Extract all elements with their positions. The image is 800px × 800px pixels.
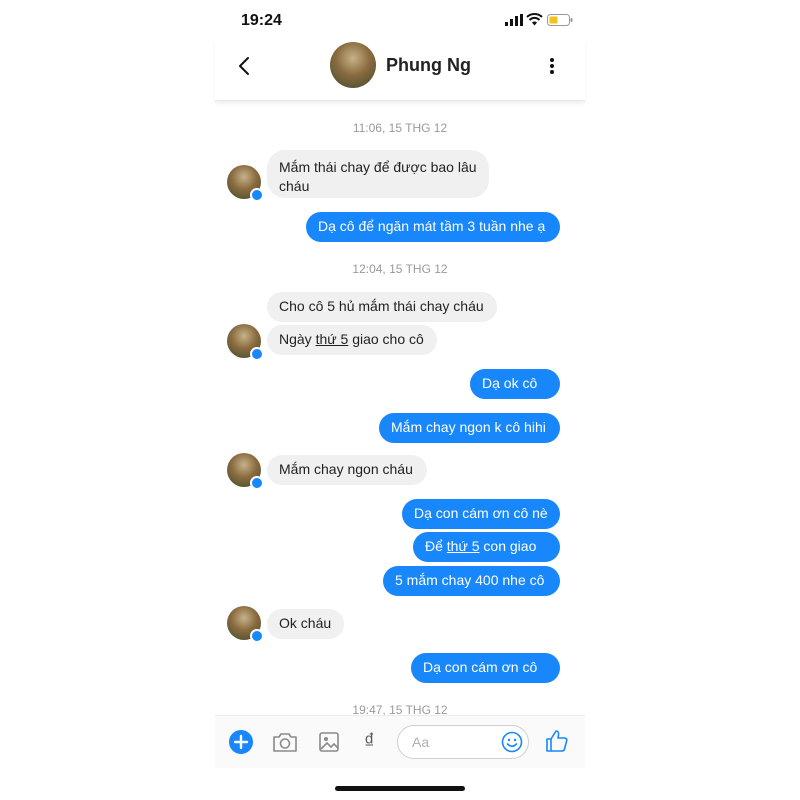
- message-input[interactable]: Aa: [397, 725, 529, 759]
- wifi-icon: [526, 13, 543, 26]
- sender-avatar[interactable]: [227, 453, 264, 490]
- message-bubble-incoming[interactable]: Ok cháu: [267, 609, 344, 639]
- currency-icon[interactable]: ₫: [364, 730, 375, 754]
- back-chevron-icon[interactable]: [235, 54, 255, 78]
- message-bubble-incoming[interactable]: Cho cô 5 hủ mắm thái chay cháu: [267, 292, 497, 322]
- chat-header: Phung Ng: [215, 40, 585, 101]
- contact-avatar[interactable]: [330, 42, 376, 88]
- date-link[interactable]: thứ 5: [316, 331, 349, 347]
- contact-name[interactable]: Phung Ng: [386, 55, 471, 76]
- message-bubble-incoming[interactable]: Ngày thứ 5 giao cho cô: [267, 325, 437, 355]
- message-bubble-outgoing[interactable]: Dạ con cám ơn cô nè: [402, 499, 560, 529]
- date-link[interactable]: thứ 5: [447, 538, 480, 554]
- message-bubble-outgoing[interactable]: Dạ con cám ơn cô ạ: [411, 653, 560, 694]
- timestamp: 11:06, 15 THG 12: [352, 121, 448, 135]
- messenger-badge-icon: [250, 629, 264, 643]
- message-bubble-incoming[interactable]: Mắm thái chay để được bao lâu cháu: [267, 150, 489, 198]
- message-bubble-outgoing[interactable]: Dạ ok cô ạ: [470, 369, 560, 410]
- camera-icon[interactable]: [272, 731, 298, 753]
- messenger-badge-icon: [250, 188, 264, 202]
- sender-avatar[interactable]: [227, 324, 264, 361]
- message-bubble-outgoing[interactable]: Để thứ 5 con giao ạ: [413, 532, 560, 573]
- sender-avatar[interactable]: [227, 606, 264, 643]
- phone-screen: 19:24 Phung Ng 11:06, 15 THG 12 12:04, 1…: [215, 0, 585, 800]
- gallery-icon[interactable]: [318, 731, 340, 753]
- home-indicator[interactable]: [335, 786, 465, 791]
- emoji-icon[interactable]: [501, 731, 523, 753]
- status-bar: 19:24: [215, 0, 585, 44]
- sender-avatar[interactable]: [227, 165, 264, 202]
- message-bubble-outgoing[interactable]: Dạ cô để ngăn mát tầm 3 tuần nhe ạ: [306, 212, 560, 242]
- thumbs-up-icon[interactable]: [545, 729, 569, 753]
- timestamp: 12:04, 15 THG 12: [352, 262, 448, 276]
- message-bubble-outgoing[interactable]: 5 mắm chay 400 nhe cô: [383, 566, 560, 596]
- plus-icon[interactable]: [229, 730, 253, 754]
- cellular-signal-icon: [505, 14, 523, 26]
- more-vertical-icon[interactable]: [548, 56, 556, 76]
- message-input-placeholder: Aa: [412, 734, 430, 750]
- message-bubble-outgoing[interactable]: Mắm chay ngon k cô hihi: [379, 413, 560, 443]
- messenger-badge-icon: [250, 476, 264, 490]
- status-time: 19:24: [241, 12, 282, 29]
- messenger-badge-icon: [250, 347, 264, 361]
- message-composer: ₫ Aa: [215, 715, 585, 768]
- message-bubble-incoming[interactable]: Mắm chay ngon cháu: [267, 455, 427, 485]
- battery-icon: [547, 14, 573, 26]
